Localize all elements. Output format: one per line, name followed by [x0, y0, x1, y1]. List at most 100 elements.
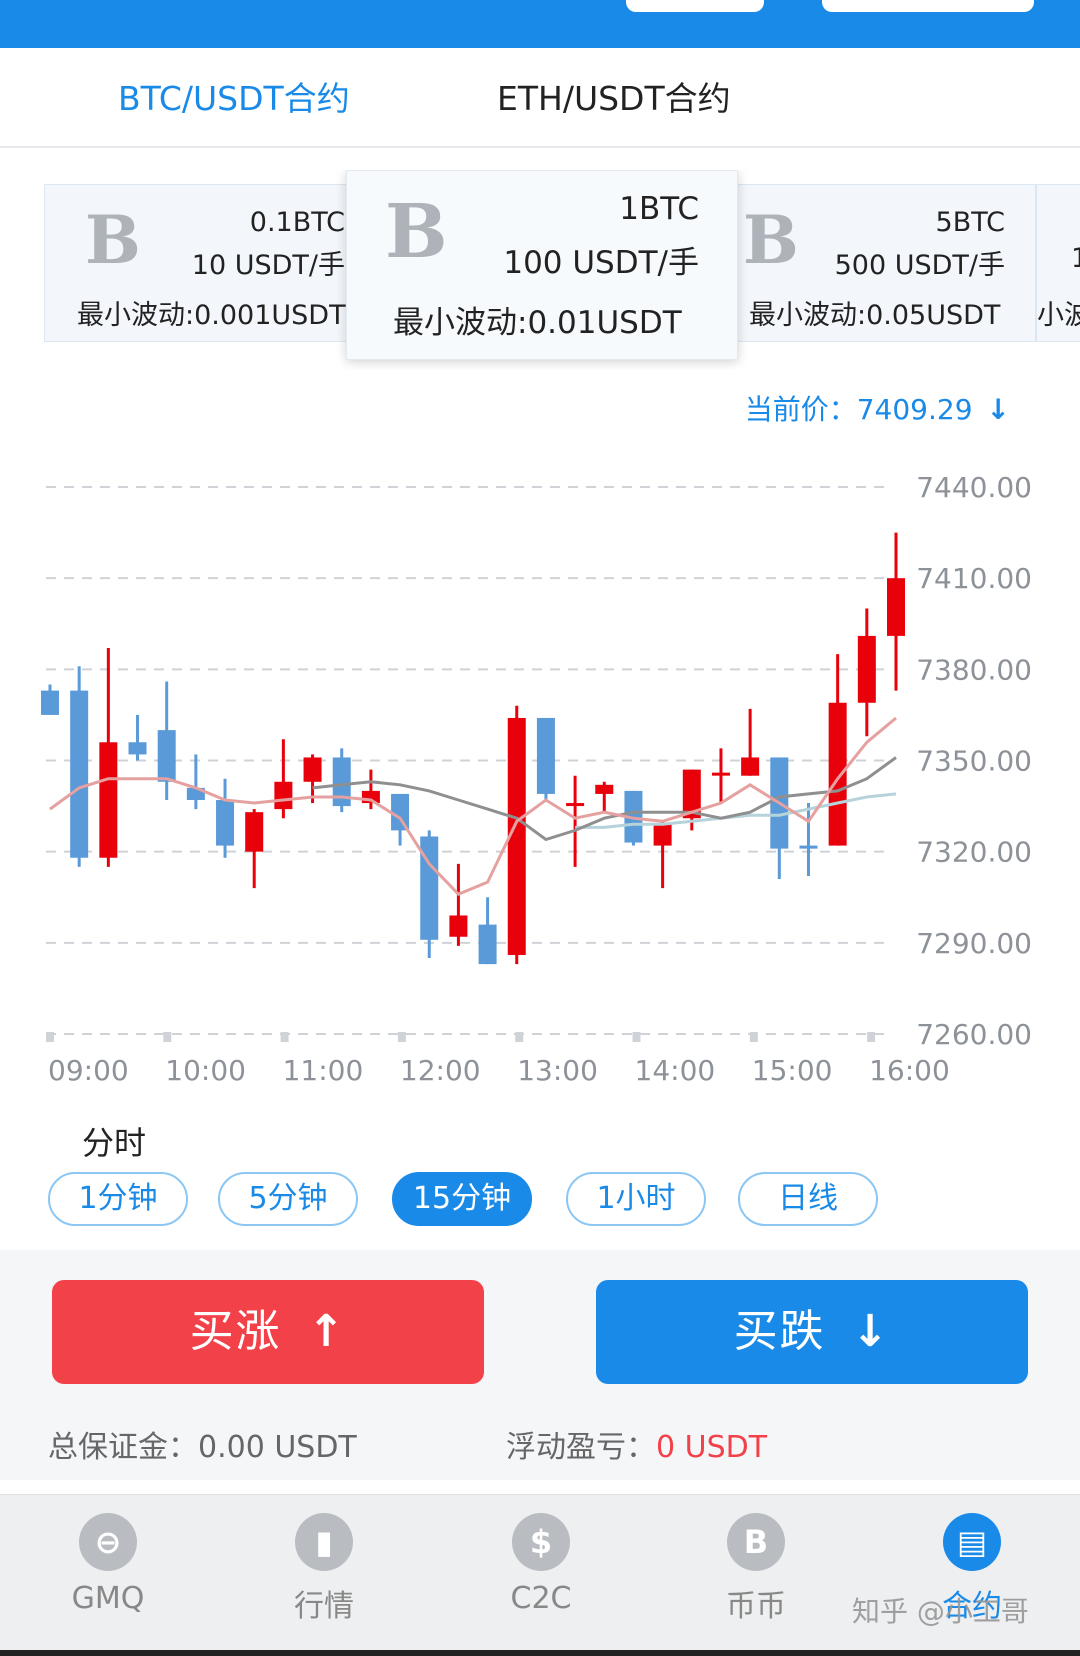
x-tick-mark	[397, 1032, 406, 1042]
contract-min-tick: 最小波动:0.01USDT	[393, 305, 682, 341]
candlestick-chart-svg: 7440.00 7410.00 7380.00 7350.00 7320.00 7290.…	[41, 471, 1032, 1087]
contract-size: 5BTC	[935, 207, 1005, 238]
total-margin-value: 0.00 USDT	[198, 1430, 357, 1465]
x-tick-mark	[163, 1032, 172, 1042]
period-5min-button[interactable]: 5分钟	[218, 1172, 358, 1226]
bitcoin-icon: B	[743, 201, 799, 279]
contract-price: 100 USDT/手	[503, 245, 699, 281]
contract-size: 1BTC	[619, 191, 699, 227]
candle-body	[157, 730, 176, 782]
y-tick-label: 7380.00	[916, 653, 1032, 686]
contract-price: 10 USDT/手	[191, 250, 345, 281]
arrow-down-icon: ↓	[986, 393, 1010, 426]
tab-eth-usdt[interactable]: ETH/USDT合约	[497, 72, 731, 120]
dollar-icon: $	[512, 1513, 570, 1571]
candle-body	[799, 845, 818, 849]
x-tick-label: 10:00	[165, 1054, 246, 1087]
buy-down-label: 买跌	[733, 1306, 826, 1357]
y-tick-label: 7260.00	[916, 1018, 1032, 1051]
candle-body	[828, 702, 847, 846]
contract-min-tick: 最小波动:0.001USDT	[77, 300, 346, 331]
x-tick-label: 14:00	[635, 1054, 716, 1087]
contract-card-0.1btc[interactable]: B 0.1BTC 10 USDT/手 最小波动:0.001USDT	[44, 184, 360, 342]
trade-panel: 买涨 ↑ 买跌 ↓ 总保证金：0.00 USDT 浮动盈亏：0 USDT	[0, 1250, 1080, 1480]
x-tick-mark	[280, 1032, 289, 1042]
candle-body	[887, 578, 905, 636]
y-tick-label: 7440.00	[916, 471, 1032, 504]
period-selector: 1分钟 5分钟 15分钟 1小时 日线	[0, 1172, 1080, 1228]
y-tick-label: 7320.00	[916, 836, 1032, 869]
candle-body	[478, 924, 497, 965]
floating-pnl-label: 浮动盈亏：	[506, 1430, 656, 1465]
x-tick-mark	[749, 1032, 758, 1042]
candle-body	[741, 757, 760, 776]
contract-price: 500 USDT/手	[834, 250, 1005, 281]
candle-body	[216, 800, 235, 846]
candle-body	[41, 690, 59, 715]
arrow-down-icon: ↓	[851, 1306, 891, 1357]
x-tick-label: 16:00	[869, 1054, 950, 1087]
nav-item-gmq[interactable]: ⊖ GMQ	[28, 1513, 188, 1616]
contract-tabs: BTC/USDT合约 ETH/USDT合约	[0, 48, 1080, 148]
floating-pnl: 浮动盈亏：0 USDT	[506, 1422, 767, 1466]
contract-min-tick: 最小波动:0.05USDT	[749, 300, 1001, 331]
contract-icon: ▤	[943, 1513, 1001, 1571]
candle-body	[391, 793, 410, 831]
x-tick-mark	[867, 1032, 876, 1042]
watermark: 知乎 @小工哥	[852, 1595, 1029, 1628]
y-tick-label: 7290.00	[916, 927, 1032, 960]
period-1hour-button[interactable]: 1小时	[566, 1172, 706, 1226]
candle-body	[536, 717, 555, 794]
candlestick-chart[interactable]: 7440.00 7410.00 7380.00 7350.00 7320.00 7290.…	[0, 450, 1080, 1090]
x-tick-label: 11:00	[283, 1054, 364, 1087]
y-tick-label: 7410.00	[916, 562, 1032, 595]
period-title: 分时	[82, 1124, 147, 1162]
tab-btc-usdt[interactable]: BTC/USDT合约	[118, 72, 350, 120]
nav-label: C2C	[510, 1581, 572, 1616]
buy-up-label: 买涨	[189, 1306, 282, 1357]
nav-item-c2c[interactable]: $ C2C	[461, 1513, 621, 1616]
period-daily-button[interactable]: 日线	[738, 1172, 878, 1226]
nav-label: 币币	[726, 1589, 786, 1624]
buy-up-button[interactable]: 买涨 ↑	[52, 1280, 484, 1384]
moving-average-teal	[575, 792, 897, 829]
contract-card-partial[interactable]: 1 小波	[1036, 184, 1080, 342]
x-tick-label: 12:00	[400, 1054, 481, 1087]
candle-body	[70, 690, 89, 858]
x-tick-label: 15:00	[752, 1054, 833, 1087]
contract-card-1btc[interactable]: B 1BTC 100 USDT/手 最小波动:0.01USDT	[346, 170, 738, 360]
arrow-up-icon: ↑	[307, 1306, 347, 1357]
nav-label: GMQ	[71, 1581, 145, 1616]
current-price: 当前价：7409.29 ↓	[745, 388, 1010, 428]
current-price-label: 当前价：	[744, 393, 857, 426]
market-chart-icon: ▮	[295, 1513, 353, 1571]
bitcoin-icon: B	[85, 201, 141, 279]
nav-item-coin-coin[interactable]: B 币币	[676, 1513, 836, 1625]
total-margin-label: 总保证金：	[48, 1430, 198, 1465]
screen-bottom-edge	[0, 1650, 1080, 1656]
nav-item-market[interactable]: ▮ 行情	[244, 1513, 404, 1625]
x-tick-mark	[46, 1032, 54, 1042]
buy-down-button[interactable]: 买跌 ↓	[596, 1280, 1028, 1384]
bottom-navigation: ⊖ GMQ ▮ 行情 $ C2C B 币币 ▤ 合约	[0, 1494, 1080, 1656]
candle-body	[857, 635, 876, 703]
period-1min-button[interactable]: 1分钟	[48, 1172, 188, 1226]
current-price-value: 7409.29	[856, 393, 973, 426]
candle-body	[711, 772, 730, 776]
contract-size-carousel[interactable]: B 0.1BTC 10 USDT/手 最小波动:0.001USDT B 1BTC…	[0, 170, 1080, 370]
top-bar-pill[interactable]	[822, 0, 1034, 12]
x-tick-mark	[515, 1032, 524, 1042]
candle-body	[566, 803, 585, 807]
x-tick-mark	[632, 1032, 641, 1042]
contract-size: 0.1BTC	[249, 207, 345, 238]
total-margin: 总保证金：0.00 USDT	[48, 1422, 357, 1466]
top-bar-pill[interactable]	[626, 0, 764, 12]
contract-min-tick: 小波	[1037, 300, 1080, 331]
contract-card-5btc[interactable]: B 5BTC 500 USDT/手 最小波动:0.05USDT	[730, 184, 1036, 342]
y-tick-label: 7350.00	[916, 745, 1032, 778]
contract-size: 1	[1071, 243, 1080, 274]
candle-body	[274, 781, 293, 810]
top-app-bar	[0, 0, 1080, 48]
candle-body	[99, 742, 118, 858]
period-15min-button[interactable]: 15分钟	[392, 1172, 532, 1226]
